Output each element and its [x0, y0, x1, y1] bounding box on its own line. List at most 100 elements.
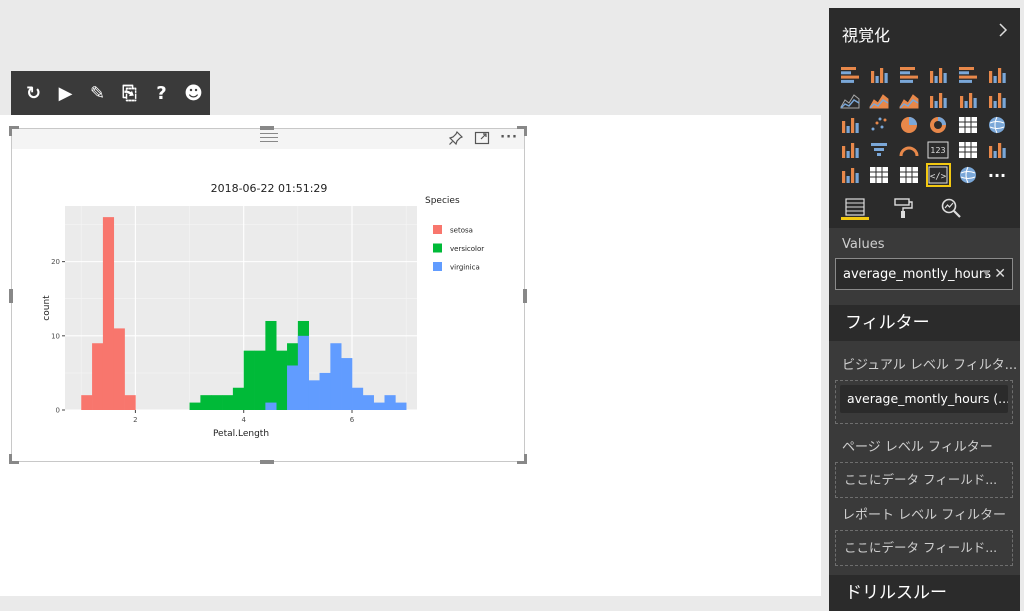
ribbon-chart-icon[interactable] — [985, 88, 1010, 112]
histogram-bar-versicolor — [254, 350, 266, 410]
format-paint-roller-icon[interactable] — [889, 196, 917, 220]
page-drop-placeholder: ここにデータ フィールド... — [844, 472, 998, 487]
drillthrough-header: ドリルスルー — [829, 575, 1020, 611]
x-tick-label: 4 — [241, 416, 246, 424]
histogram-bar-setosa — [113, 328, 125, 410]
donut-chart-icon[interactable] — [926, 113, 951, 137]
report-level-drop-zone[interactable]: ここにデータ フィールド... — [835, 530, 1013, 566]
filled-map-icon[interactable] — [837, 138, 862, 162]
pin-icon[interactable] — [448, 130, 464, 150]
analytics-magnifier-icon[interactable] — [937, 196, 965, 220]
page-level-drop-zone[interactable]: ここにデータ フィールド... — [835, 462, 1013, 498]
100-stacked-bar-icon[interactable] — [955, 63, 980, 87]
y-tick-label: 10 — [51, 332, 60, 340]
histogram-bar-virginica — [308, 380, 320, 410]
visual-level-filter-well[interactable]: average_montly_hours (... — [835, 380, 1013, 424]
histogram-bar-versicolor — [189, 402, 201, 410]
100-stacked-column-icon[interactable] — [985, 63, 1010, 87]
y-axis-title: count — [42, 295, 52, 321]
legend-label-versicolor: versicolor — [450, 245, 484, 253]
line-clustered-column-icon[interactable] — [926, 88, 951, 112]
funnel-icon[interactable] — [867, 138, 892, 162]
more-options-icon[interactable]: ··· — [500, 130, 518, 150]
clustered-column-icon[interactable] — [926, 63, 951, 87]
slicer-icon[interactable] — [837, 163, 862, 187]
histogram-bar-versicolor — [200, 395, 212, 410]
r-visual-toolbar: ↻ ▶ ✎ ⎘? ☻ — [11, 71, 210, 115]
kpi-icon[interactable] — [985, 138, 1010, 162]
values-field-well[interactable]: average_montly_hours ▼ ✕ — [835, 258, 1013, 290]
help-icon[interactable]: ? — [147, 79, 176, 108]
histogram-bar-virginica — [319, 372, 331, 410]
collapse-chevron-icon[interactable] — [998, 22, 1008, 41]
chart-title: 2018-06-22 01:51:29 — [211, 182, 328, 195]
gauge-icon[interactable] — [896, 138, 921, 162]
svg-text:</>: </> — [930, 172, 947, 182]
scatter-icon[interactable] — [867, 113, 892, 137]
remove-field-icon[interactable]: ✕ — [994, 266, 1006, 282]
resize-handle-top-left[interactable] — [9, 126, 19, 136]
map-icon[interactable] — [985, 113, 1010, 137]
page-level-filters-label: ページ レベル フィルター — [842, 440, 993, 455]
histogram-bar-virginica — [297, 335, 309, 410]
export-icon[interactable]: ⎘ — [115, 79, 144, 108]
histogram-bar-setosa — [81, 395, 93, 410]
histogram-bar-virginica — [373, 402, 385, 410]
y-tick-label: 20 — [51, 258, 60, 266]
stacked-area-icon[interactable] — [896, 88, 921, 112]
visual-header: ··· — [12, 129, 524, 149]
refresh-icon[interactable]: ↻ — [19, 79, 48, 108]
table-icon[interactable] — [867, 163, 892, 187]
x-tick-label: 6 — [350, 416, 355, 424]
visual-level-filters-label: ビジュアル レベル フィルタ... — [842, 358, 1018, 373]
drag-grip-icon[interactable] — [260, 133, 278, 143]
histogram-bar-virginica — [330, 343, 342, 410]
card-icon[interactable]: 123 — [926, 138, 951, 162]
feedback-smile-icon[interactable]: ☻ — [179, 79, 208, 108]
resize-handle-top-right[interactable] — [517, 126, 527, 136]
r-script-visual[interactable]: ··· 2 4 6 0 10 20 2018-06-22 01:51:29 Petal.Len… — [9, 126, 527, 464]
report-drop-placeholder: ここにデータ フィールド... — [844, 540, 998, 555]
histogram-chart: 2 4 6 0 10 20 2018-06-22 01:51:29 Petal.Length c… — [42, 182, 484, 439]
histogram-bar-virginica — [265, 402, 277, 410]
area-chart-icon[interactable] — [867, 88, 892, 112]
stacked-bar-icon[interactable] — [837, 63, 862, 87]
clustered-bar-icon[interactable] — [896, 63, 921, 87]
focus-mode-icon[interactable] — [474, 130, 490, 150]
r-script-icon[interactable]: </> — [925, 163, 951, 187]
histogram-bar-virginica — [362, 395, 374, 410]
treemap-icon[interactable] — [955, 113, 980, 137]
legend-label-setosa: setosa — [450, 227, 473, 235]
dropdown-caret-icon[interactable]: ▼ — [983, 269, 990, 279]
line-stacked-column-icon[interactable] — [955, 88, 980, 112]
edit-script-icon[interactable]: ✎ — [83, 79, 112, 108]
run-icon[interactable]: ▶ — [51, 79, 80, 108]
multi-row-card-icon[interactable] — [955, 138, 980, 162]
histogram-bar-setosa — [92, 343, 104, 410]
visualizations-pane: 視覚化 123 </> ··· Values average_montly_hour… — [829, 8, 1020, 611]
histogram-bar-setosa — [124, 395, 136, 410]
report-level-filters-label: レポート レベル フィルター — [842, 508, 1007, 523]
histogram-bar-versicolor — [211, 395, 223, 410]
visual-type-gallery: 123 </> ··· — [837, 63, 1019, 188]
pie-chart-icon[interactable] — [896, 113, 921, 137]
fields-tab-icon[interactable] — [841, 196, 869, 220]
histogram-bar-virginica — [341, 358, 353, 410]
histogram-bar-virginica — [352, 387, 364, 410]
histogram-bar-versicolor — [232, 387, 245, 410]
stacked-column-icon[interactable] — [867, 63, 892, 87]
y-tick-label: 0 — [56, 407, 60, 415]
histogram-bar-setosa — [102, 217, 115, 410]
histogram-bar-versicolor — [243, 350, 255, 410]
matrix-icon[interactable] — [896, 163, 921, 187]
resize-handle-top[interactable] — [260, 126, 274, 130]
waterfall-icon[interactable] — [837, 113, 862, 137]
legend-key-setosa — [433, 225, 442, 234]
globe-map-icon[interactable] — [955, 163, 980, 187]
fields-well-area: Values average_montly_hours ▼ ✕ フィルター ビジ… — [829, 228, 1020, 611]
visual-filter-card[interactable]: average_montly_hours (... — [840, 385, 1008, 413]
more-visuals-icon[interactable]: ··· — [985, 163, 1010, 187]
histogram-bar-virginica — [395, 402, 407, 410]
line-chart-icon[interactable] — [837, 88, 862, 112]
legend-label-virginica: virginica — [450, 264, 480, 272]
